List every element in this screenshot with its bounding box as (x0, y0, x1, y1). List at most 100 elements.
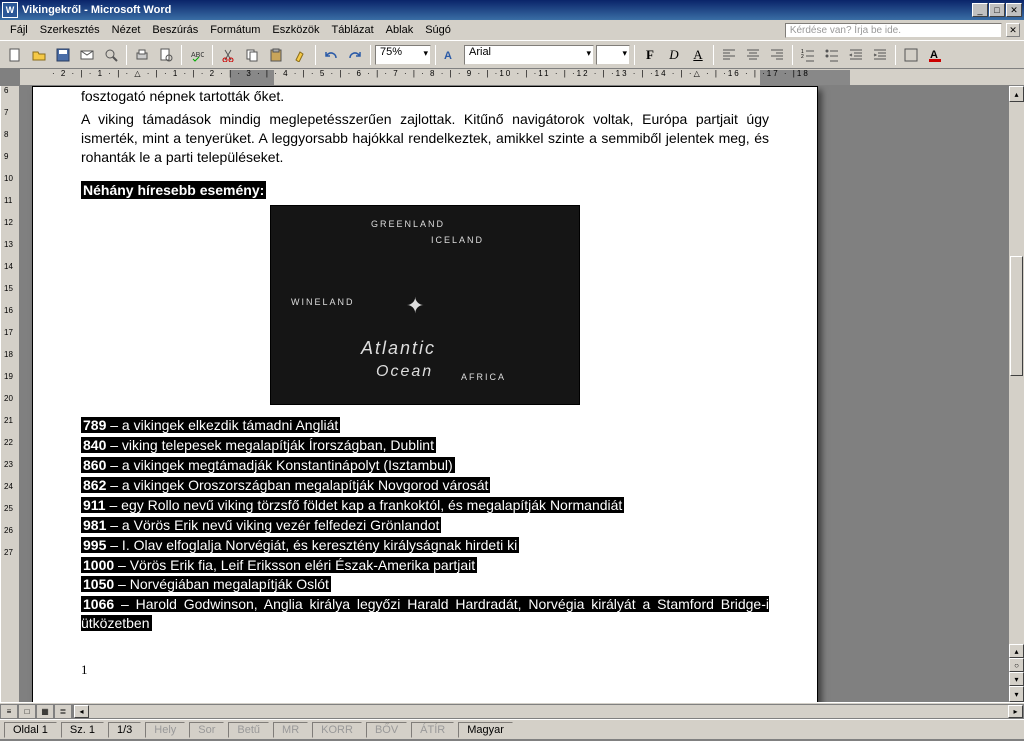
font-size-select[interactable] (596, 45, 630, 65)
status-korr: KORR (312, 722, 362, 738)
svg-text:2: 2 (801, 54, 804, 60)
menu-tools[interactable]: Eszközök (266, 22, 325, 38)
view-controls-bar: ≡ □ ▦ ≣ ◂ ▸ (0, 702, 1024, 719)
bold-button[interactable]: F (639, 44, 661, 66)
undo-icon (324, 48, 338, 62)
undo-button[interactable] (320, 44, 342, 66)
vertical-scrollbar[interactable]: ▴ ▴ ○ ▾ ▾ (1008, 86, 1024, 702)
font-color-button[interactable]: A (924, 44, 946, 66)
timeline-list: 789 – a vikingek elkezdik támadni Angliá… (81, 416, 769, 633)
email-button[interactable] (76, 44, 98, 66)
status-page: Oldal 1 (4, 722, 57, 738)
timeline-row: 995 – I. Olav elfoglalja Norvégiát, és k… (81, 536, 769, 555)
timeline-row: 911 – egy Rollo nevű viking törzsfő föld… (81, 496, 769, 515)
new-doc-icon (8, 48, 22, 62)
timeline-row: 862 – a vikingek Oroszországban megalapí… (81, 476, 769, 495)
paste-button[interactable] (265, 44, 287, 66)
menu-file[interactable]: Fájl (4, 22, 34, 38)
status-betu: Betű (228, 722, 269, 738)
redo-button[interactable] (344, 44, 366, 66)
menu-edit[interactable]: Szerkesztés (34, 22, 106, 38)
cut-icon (221, 48, 235, 62)
ruler-marks: · 2 · | · 1 · | · △ · | · 1 · | · 2 · | … (52, 69, 1024, 78)
maximize-button[interactable]: □ (989, 3, 1005, 17)
copy-button[interactable] (241, 44, 263, 66)
normal-view-button[interactable]: ≡ (0, 704, 18, 719)
window-title: Vikingekről - Microsoft Word (22, 4, 972, 16)
help-question-input[interactable]: Kérdése van? Írja be ide. (785, 23, 1002, 38)
underline-button[interactable]: A (687, 44, 709, 66)
vertical-ruler[interactable]: 6789101112131415161718192021222324252627 (0, 86, 20, 702)
menu-help[interactable]: Súgó (419, 22, 457, 38)
status-bar: Oldal 1 Sz. 1 1/3 Hely Sor Betű MR KORR … (0, 719, 1024, 739)
status-bov: BŐV (366, 722, 407, 738)
save-button[interactable] (52, 44, 74, 66)
search-button[interactable] (100, 44, 122, 66)
paragraph: fosztogató népnek tartották őket. (81, 87, 769, 106)
align-right-button[interactable] (766, 44, 788, 66)
workspace: 6789101112131415161718192021222324252627… (0, 86, 1024, 702)
minimize-button[interactable]: _ (972, 3, 988, 17)
status-section: Sz. 1 (61, 722, 104, 738)
timeline-row: 981 – a Vörös Erik nevű viking vezér fel… (81, 516, 769, 535)
doc-close-button[interactable]: ✕ (1006, 23, 1020, 37)
styles-button[interactable]: A (440, 44, 462, 66)
bullet-list-button[interactable] (821, 44, 843, 66)
horizontal-ruler[interactable]: · 2 · | · 1 · | · △ · | · 1 · | · 2 · | … (20, 68, 1024, 86)
scroll-thumb[interactable] (1010, 256, 1023, 376)
print-button[interactable] (131, 44, 153, 66)
menu-table[interactable]: Táblázat (325, 22, 379, 38)
scroll-left-button[interactable]: ◂ (74, 705, 89, 718)
timeline-row: 1066 – Harold Godwinson, Anglia királya … (81, 595, 769, 633)
status-pages: 1/3 (108, 722, 141, 738)
styles-icon: A (444, 48, 458, 62)
timeline-row: 860 – a vikingek megtámadják Konstantiná… (81, 456, 769, 475)
email-icon (80, 48, 94, 62)
format-painter-button[interactable] (289, 44, 311, 66)
menu-view[interactable]: Nézet (106, 22, 147, 38)
document-area[interactable]: fosztogató népnek tartották őket. A viki… (20, 86, 1024, 702)
open-icon (32, 48, 46, 62)
cut-button[interactable] (217, 44, 239, 66)
redo-icon (348, 48, 362, 62)
italic-button[interactable]: D (663, 44, 685, 66)
horizontal-scrollbar[interactable]: ◂ ▸ (73, 704, 1024, 719)
border-icon (904, 48, 918, 62)
print-layout-button[interactable]: ▦ (36, 704, 54, 719)
scroll-right-button[interactable]: ▸ (1008, 705, 1023, 718)
menu-window[interactable]: Ablak (380, 22, 420, 38)
new-doc-button[interactable] (4, 44, 26, 66)
map-placeholder: GREENLAND ICELAND WINELAND Atlantic Ocea… (81, 205, 769, 410)
outdent-icon (849, 48, 863, 62)
spellcheck-icon: ABC (190, 48, 204, 62)
web-view-button[interactable]: □ (18, 704, 36, 719)
prev-page-button[interactable]: ▴ (1009, 644, 1024, 658)
open-button[interactable] (28, 44, 50, 66)
spellcheck-button[interactable]: ABC (186, 44, 208, 66)
menu-format[interactable]: Formátum (204, 22, 266, 38)
outline-view-button[interactable]: ≣ (54, 704, 72, 719)
title-bar: W Vikingekről - Microsoft Word _ □ ✕ (0, 0, 1024, 20)
search-icon (104, 48, 118, 62)
decrease-indent-button[interactable] (845, 44, 867, 66)
numbered-list-button[interactable]: 12 (797, 44, 819, 66)
scroll-down-button[interactable]: ▾ (1009, 686, 1024, 702)
save-icon (56, 48, 70, 62)
scroll-up-button[interactable]: ▴ (1009, 86, 1024, 102)
page-number-footer: 1 (81, 661, 769, 679)
align-left-button[interactable] (718, 44, 740, 66)
browse-object-button[interactable]: ○ (1009, 658, 1024, 672)
app-icon: W (2, 2, 18, 18)
timeline-row: 1050 – Norvégiában megalapítják Oslót (81, 575, 769, 594)
font-select[interactable]: Arial (464, 45, 594, 65)
zoom-select[interactable]: 75% (375, 45, 431, 65)
next-page-button[interactable]: ▾ (1009, 672, 1024, 686)
print-preview-button[interactable] (155, 44, 177, 66)
close-button[interactable]: ✕ (1006, 3, 1022, 17)
border-button[interactable] (900, 44, 922, 66)
status-sor: Sor (189, 722, 224, 738)
align-center-icon (746, 48, 760, 62)
align-center-button[interactable] (742, 44, 764, 66)
menu-insert[interactable]: Beszúrás (146, 22, 204, 38)
increase-indent-button[interactable] (869, 44, 891, 66)
